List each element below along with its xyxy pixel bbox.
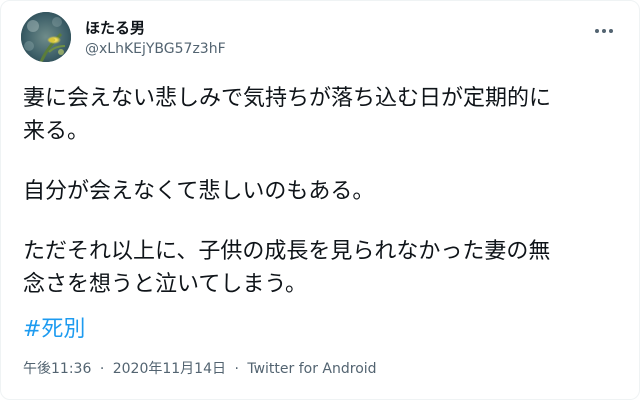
tweet-time[interactable]: 午後11:36 (23, 359, 91, 379)
tweet-text: 妻に会えない悲しみで気持ちが落ち込む日が定期的に 来る。 自分が会えなくて悲しい… (23, 82, 623, 301)
tweet-paragraph-1: 妻に会えない悲しみで気持ちが落ち込む日が定期的に 来る。 (23, 86, 552, 144)
tweet-paragraph-3: ただそれ以上に、子供の成長を見られなかった妻の無 念さを想うと泣いてしまう。 (23, 239, 551, 297)
tweet-card: ほたる男 @xLhKEjYBG57z3hF 妻に会えない悲しみで気持ちが落ち込む… (0, 0, 640, 400)
user-handle[interactable]: @xLhKEjYBG57z3hF (85, 39, 226, 59)
meta-separator: · (99, 361, 105, 377)
dot (609, 29, 613, 33)
tweet-meta: 午後11:36 · 2020年11月14日 · Twitter for Andr… (23, 359, 377, 379)
tweet-paragraph-2: 自分が会えなくて悲しいのもある。 (23, 179, 375, 204)
meta-separator: · (234, 361, 239, 377)
more-options-icon[interactable] (589, 19, 619, 43)
tweet-date[interactable]: 2020年11月14日 (113, 359, 226, 379)
firefly-avatar-icon[interactable] (21, 12, 71, 62)
display-name[interactable]: ほたる男 (85, 18, 145, 38)
tweet-source-link[interactable]: Twitter for Android (247, 359, 376, 379)
dot (595, 29, 599, 33)
hashtag-link[interactable]: #死別 (23, 315, 85, 345)
dot (602, 29, 606, 33)
